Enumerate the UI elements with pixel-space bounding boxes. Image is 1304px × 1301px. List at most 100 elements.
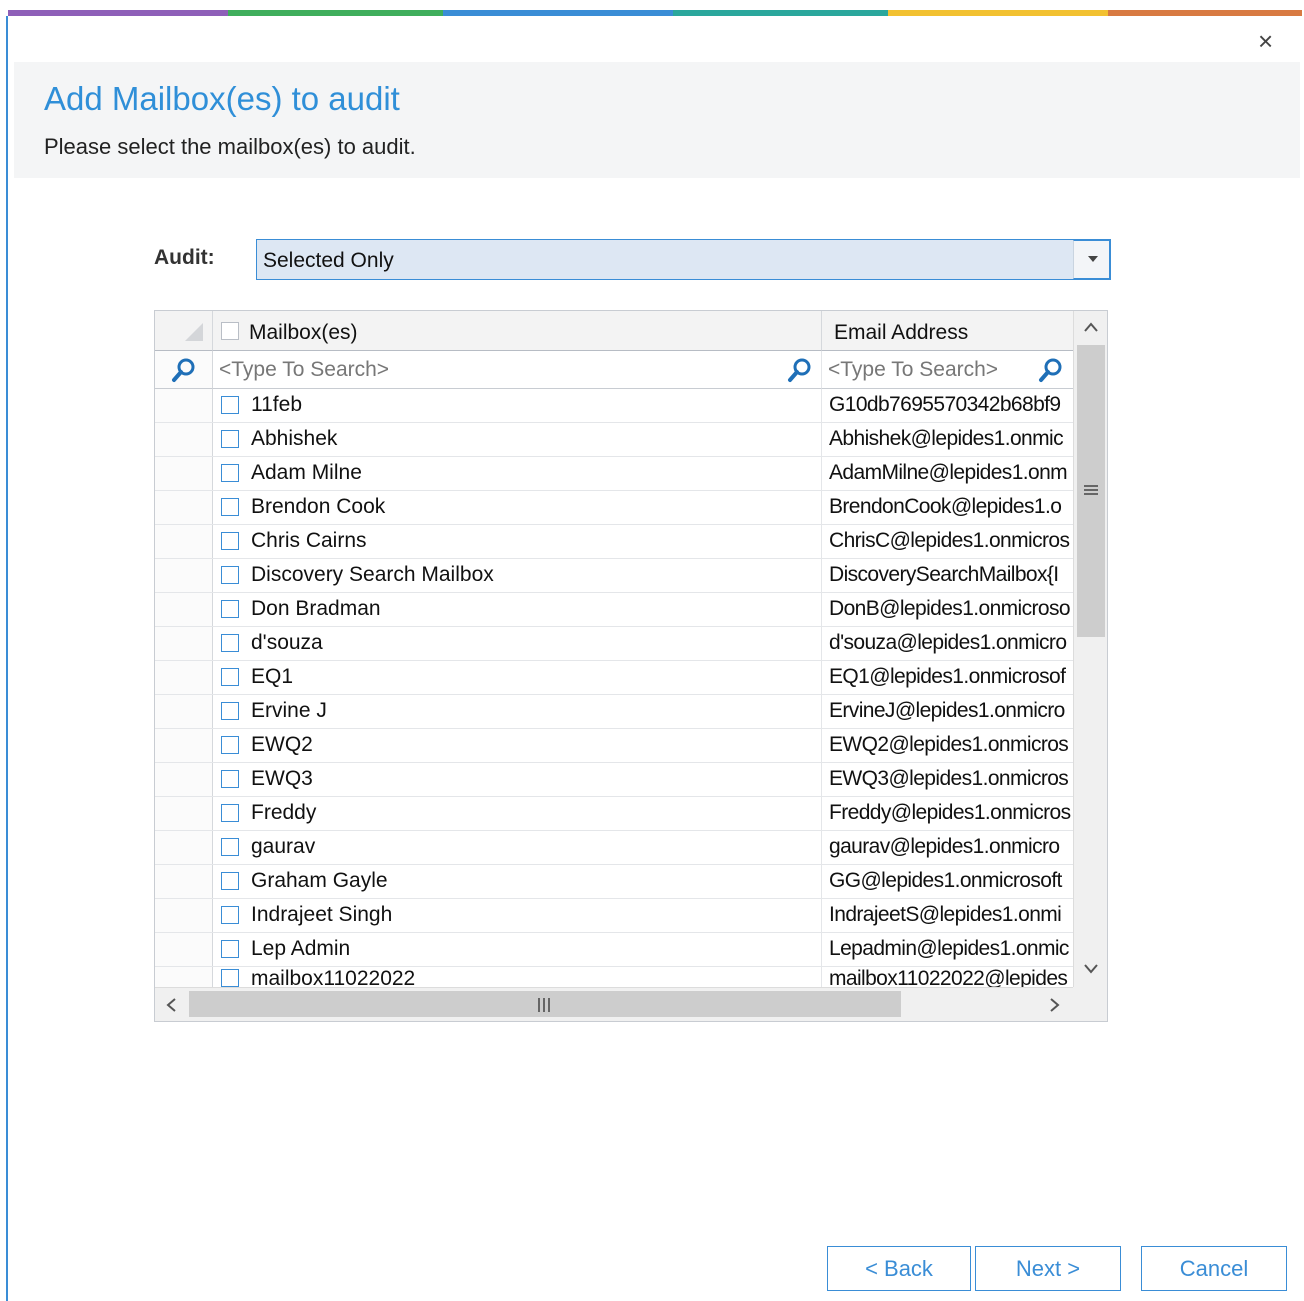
row-checkbox[interactable] xyxy=(221,464,239,482)
next-button[interactable]: Next > xyxy=(975,1246,1121,1291)
email-cell: AdamMilne@lepides1.onm xyxy=(821,457,1073,490)
email-cell: EWQ3@lepides1.onmicros xyxy=(821,763,1073,796)
row-checkbox[interactable] xyxy=(221,736,239,754)
select-all-checkbox[interactable] xyxy=(221,322,239,340)
cancel-button[interactable]: Cancel xyxy=(1141,1246,1287,1291)
email-cell: BrendonCook@lepides1.o xyxy=(821,491,1073,524)
table-row[interactable]: gaurav gaurav@lepides1.onmicro xyxy=(155,831,1073,865)
row-checkbox[interactable] xyxy=(221,566,239,584)
table-row[interactable]: EWQ3 EWQ3@lepides1.onmicros xyxy=(155,763,1073,797)
email-address: DiscoverySearchMailbox{I xyxy=(829,563,1059,586)
email-search-placeholder: <Type To Search> xyxy=(828,358,999,381)
column-header-email-label: Email Address xyxy=(834,321,969,344)
email-cell: Lepadmin@lepides1.onmic xyxy=(821,933,1073,966)
row-checkbox[interactable] xyxy=(221,396,239,414)
mailbox-search-input[interactable]: <Type To Search> xyxy=(213,351,821,389)
row-checkbox[interactable] xyxy=(221,634,239,652)
row-indicator xyxy=(155,525,213,558)
mailbox-name: Adam Milne xyxy=(251,461,362,484)
row-checkbox[interactable] xyxy=(221,600,239,618)
table-row[interactable]: Lep Admin Lepadmin@lepides1.onmic xyxy=(155,933,1073,967)
wizard-header: Add Mailbox(es) to audit Please select t… xyxy=(14,62,1300,178)
row-indicator xyxy=(155,389,213,422)
table-row[interactable]: Adam Milne AdamMilne@lepides1.onm xyxy=(155,457,1073,491)
mailbox-name: Freddy xyxy=(251,801,317,824)
row-checkbox[interactable] xyxy=(221,532,239,550)
table-row[interactable]: Don Bradman DonB@lepides1.onmicroso xyxy=(155,593,1073,627)
table-row[interactable]: mailbox11022022 mailbox11022022@lepides xyxy=(155,967,1073,990)
table-row[interactable]: Abhishek Abhishek@lepides1.onmic xyxy=(155,423,1073,457)
email-address: EWQ3@lepides1.onmicros xyxy=(829,767,1069,790)
row-checkbox[interactable] xyxy=(221,838,239,856)
email-cell: EQ1@lepides1.onmicrosof xyxy=(821,661,1073,694)
email-cell: IndrajeetS@lepides1.onmi xyxy=(821,899,1073,932)
mailbox-name: Discovery Search Mailbox xyxy=(251,563,494,586)
row-indicator xyxy=(155,661,213,694)
row-checkbox[interactable] xyxy=(221,906,239,924)
chevron-right-icon[interactable] xyxy=(1049,997,1061,1013)
vertical-scroll-thumb[interactable] xyxy=(1077,345,1105,637)
table-row[interactable]: Discovery Search Mailbox DiscoverySearchM… xyxy=(155,559,1073,593)
table-row[interactable]: d'souza d'souza@lepides1.onmicro xyxy=(155,627,1073,661)
mailbox-name: Lep Admin xyxy=(251,937,351,960)
table-row[interactable]: Graham Gayle GG@lepides1.onmicrosoft xyxy=(155,865,1073,899)
row-indicator xyxy=(155,695,213,728)
column-header-mailbox[interactable]: Mailbox(es) xyxy=(213,311,821,351)
row-indicator xyxy=(155,899,213,932)
chevron-up-icon[interactable] xyxy=(1083,321,1099,333)
mailbox-name: gaurav xyxy=(251,835,316,858)
page-title: Add Mailbox(es) to audit xyxy=(44,80,400,117)
table-row[interactable]: Chris Cairns ChrisC@lepides1.onmicros xyxy=(155,525,1073,559)
column-header-mailbox-label: Mailbox(es) xyxy=(249,321,358,344)
horizontal-scroll-thumb[interactable] xyxy=(189,991,901,1017)
table-row[interactable]: Indrajeet Singh IndrajeetS@lepides1.onmi xyxy=(155,899,1073,933)
search-icon xyxy=(172,358,195,382)
back-button[interactable]: < Back xyxy=(827,1246,971,1291)
mailbox-name: Graham Gayle xyxy=(251,869,388,892)
row-checkbox[interactable] xyxy=(221,430,239,448)
row-checkbox[interactable] xyxy=(221,668,239,686)
email-cell: DiscoverySearchMailbox{I xyxy=(821,559,1073,592)
mailbox-name: d'souza xyxy=(251,631,323,654)
column-header-email[interactable]: Email Address xyxy=(821,311,1073,351)
table-row[interactable]: EWQ2 EWQ2@lepides1.onmicros xyxy=(155,729,1073,763)
row-checkbox[interactable] xyxy=(221,969,239,987)
mailbox-name: Abhishek xyxy=(251,427,338,450)
row-indicator xyxy=(155,423,213,456)
dropdown-arrow-button[interactable] xyxy=(1073,240,1110,279)
email-address: BrendonCook@lepides1.o xyxy=(829,495,1062,518)
email-address: EQ1@lepides1.onmicrosof xyxy=(829,665,1066,688)
table-row[interactable]: Brendon Cook BrendonCook@lepides1.o xyxy=(155,491,1073,525)
table-row[interactable]: Ervine J ErvineJ@lepides1.onmicro xyxy=(155,695,1073,729)
email-address: Abhishek@lepides1.onmic xyxy=(829,427,1064,450)
chevron-left-icon[interactable] xyxy=(165,997,177,1013)
mailbox-name: EWQ2 xyxy=(251,733,313,756)
email-address: ChrisC@lepides1.onmicros xyxy=(829,529,1070,552)
table-row[interactable]: Freddy Freddy@lepides1.onmicros xyxy=(155,797,1073,831)
row-checkbox[interactable] xyxy=(221,872,239,890)
mailbox-name: 11feb xyxy=(251,393,302,416)
horizontal-scrollbar[interactable] xyxy=(155,987,1073,1021)
chevron-down-icon xyxy=(1088,256,1098,262)
row-checkbox[interactable] xyxy=(221,498,239,516)
row-checkbox[interactable] xyxy=(221,940,239,958)
table-row[interactable]: EQ1 EQ1@lepides1.onmicrosof xyxy=(155,661,1073,695)
search-icon[interactable] xyxy=(1038,357,1064,383)
row-checkbox[interactable] xyxy=(221,702,239,720)
email-address: GG@lepides1.onmicrosoft xyxy=(829,869,1062,892)
audit-dropdown[interactable]: Selected Only xyxy=(256,239,1111,280)
row-checkbox[interactable] xyxy=(221,804,239,822)
select-all-corner[interactable] xyxy=(155,311,213,351)
vertical-scrollbar[interactable] xyxy=(1073,311,1107,987)
mailbox-search-placeholder: <Type To Search> xyxy=(219,358,390,381)
grip-icon xyxy=(538,998,550,1012)
chevron-down-icon[interactable] xyxy=(1083,963,1099,975)
email-address: ErvineJ@lepides1.onmicro xyxy=(829,699,1065,722)
close-icon[interactable]: × xyxy=(1258,28,1273,54)
accent-bar xyxy=(8,10,1302,16)
email-search-input[interactable]: <Type To Search> xyxy=(821,351,1073,389)
search-icon[interactable] xyxy=(787,357,813,383)
row-checkbox[interactable] xyxy=(221,770,239,788)
table-row[interactable]: 11feb G10db7695570342b68bf9 xyxy=(155,389,1073,423)
mailbox-name: Chris Cairns xyxy=(251,529,367,552)
